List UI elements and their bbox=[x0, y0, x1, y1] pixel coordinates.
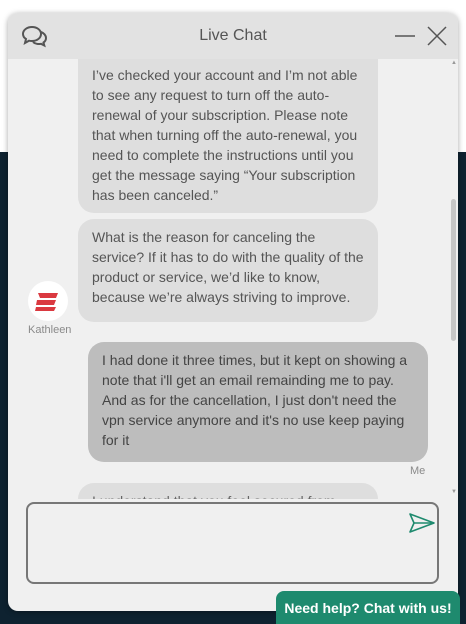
agent-avatar bbox=[28, 281, 68, 321]
scrollbar-thumb[interactable] bbox=[451, 199, 456, 341]
agent-message: I understand that you feel secured from … bbox=[78, 483, 378, 499]
message-input[interactable] bbox=[26, 502, 439, 584]
message-list[interactable]: I’ve checked your account and I’m not ab… bbox=[8, 59, 458, 499]
chat-title: Live Chat bbox=[199, 27, 267, 44]
minimize-button[interactable] bbox=[394, 25, 416, 47]
scroll-down-arrow-icon[interactable]: ▼ bbox=[451, 489, 457, 495]
scroll-up-arrow-icon[interactable]: ▲ bbox=[451, 60, 457, 66]
expressvpn-logo-icon bbox=[35, 293, 58, 311]
need-help-chat-button[interactable]: Need help? Chat with us! bbox=[276, 591, 460, 624]
send-icon bbox=[409, 513, 435, 533]
message-scrollbar[interactable]: ▲ ▼ bbox=[450, 59, 458, 499]
chat-header: Live Chat bbox=[8, 13, 458, 59]
agent-message: I’ve checked your account and I’m not ab… bbox=[78, 59, 378, 213]
user-label: Me bbox=[410, 465, 426, 477]
close-button[interactable] bbox=[426, 25, 448, 47]
user-message: I had done it three times, but it kept o… bbox=[88, 342, 428, 462]
minimize-icon bbox=[395, 35, 415, 37]
agent-message: What is the reason for canceling the ser… bbox=[78, 219, 378, 322]
live-chat-window: Live Chat I’ve checked your account and … bbox=[8, 13, 458, 611]
agent-name: Kathleen bbox=[28, 324, 72, 336]
send-button[interactable] bbox=[408, 511, 436, 535]
close-icon bbox=[427, 26, 447, 46]
